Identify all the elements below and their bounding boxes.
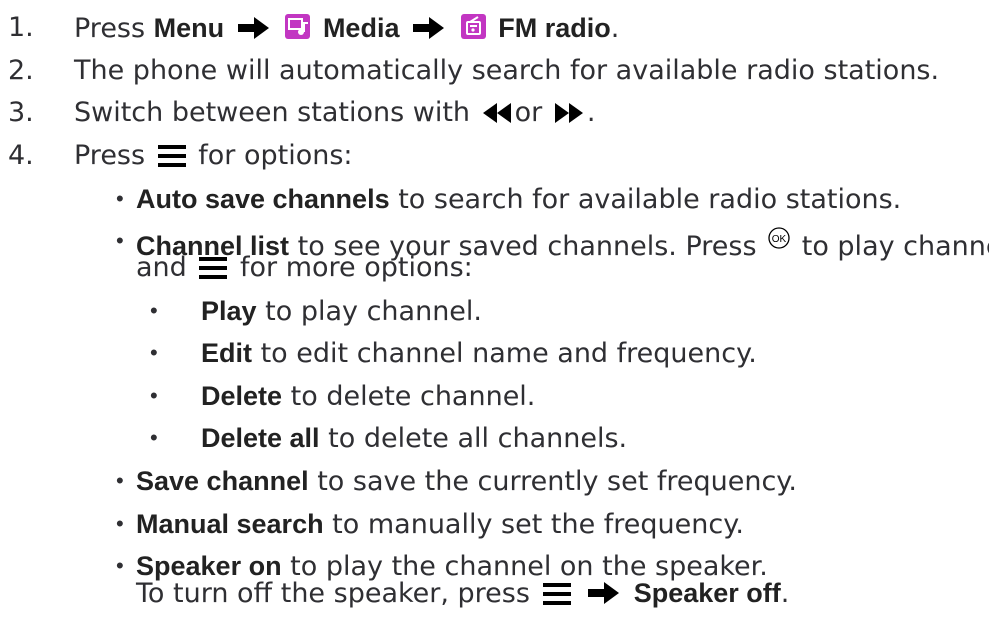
step-number: 4. [8, 140, 34, 171]
option-text: to save the currently set frequency. [317, 466, 798, 497]
bullet: • [150, 383, 158, 408]
sub-option-play: Play to play channel. [201, 293, 482, 330]
bullet: • [150, 425, 158, 450]
right-arrow-icon [587, 580, 621, 616]
step-1: Press Menu Media FM radio. [74, 10, 619, 51]
step-text: for options: [198, 140, 353, 171]
option-label: Auto save channels [136, 184, 390, 214]
bullet: • [116, 186, 124, 211]
step-4: Press for options: [74, 138, 353, 177]
sub-option-text: to delete channel. [290, 381, 536, 412]
option-text: To turn off the speaker, press [136, 578, 530, 609]
media-app-icon [285, 13, 311, 49]
step-2: The phone will automatically search for … [74, 53, 939, 89]
right-arrow-icon [412, 15, 446, 51]
step-text: The phone will automatically search for … [74, 55, 940, 86]
svg-text:OK: OK [772, 234, 787, 245]
option-speaker-on-cont: To turn off the speaker, press Speaker o… [136, 575, 789, 616]
menu-label: Menu [153, 13, 225, 43]
bullet: • [116, 553, 124, 578]
media-label: Media [322, 13, 400, 43]
fm-radio-app-icon [460, 13, 486, 49]
sub-option-label: Delete [201, 381, 283, 411]
sub-option-label: Delete all [201, 423, 320, 453]
step-number: 2. [8, 55, 34, 86]
step-text: Press [74, 140, 146, 171]
ok-key-icon: OK [768, 223, 790, 259]
step-end: . [586, 97, 596, 128]
menu-lines-icon [199, 253, 228, 289]
sub-option-label: Edit [201, 338, 252, 368]
fm-radio-label: FM radio [498, 13, 611, 43]
step-number: 1. [8, 12, 34, 43]
right-arrow-icon [237, 15, 271, 51]
sub-option-text: to delete all channels. [328, 423, 628, 454]
sub-option-text: to edit channel name and frequency. [260, 338, 757, 369]
option-text: to play channel [801, 231, 989, 262]
step-end: . [610, 13, 620, 44]
bullet: • [116, 511, 124, 536]
rewind-icon [482, 97, 511, 133]
menu-lines-icon [157, 141, 186, 177]
option-text: for more options: [239, 252, 473, 283]
option-label: Save channel [136, 466, 309, 496]
bullet: • [150, 340, 158, 365]
step-text: Switch between stations with [74, 97, 471, 128]
option-auto-save: Auto save channels to search for availab… [136, 181, 901, 218]
speaker-off-label: Speaker off [633, 578, 781, 608]
option-label: Manual search [136, 509, 324, 539]
bullet: • [116, 228, 124, 253]
step-number: 3. [8, 97, 34, 128]
sub-option-delete: Delete to delete channel. [201, 378, 535, 415]
option-text: to manually set the frequency. [332, 509, 744, 540]
fast-forward-icon [554, 97, 583, 133]
sub-option-text: to play channel. [265, 296, 482, 327]
menu-lines-icon [542, 579, 571, 615]
option-save-channel: Save channel to save the currently set f… [136, 463, 797, 500]
option-channel-list-cont: and for more options: [136, 250, 473, 289]
step-3: Switch between stations with or . [74, 95, 595, 133]
sub-option-delete-all: Delete all to delete all channels. [201, 420, 627, 457]
option-end: . [780, 578, 790, 609]
bullet: • [150, 298, 158, 323]
option-text: to search for available radio stations. [398, 184, 902, 215]
step-text: Press [74, 13, 146, 44]
sub-option-label: Play [201, 296, 257, 326]
or-text: or [514, 97, 543, 128]
bullet: • [116, 468, 124, 493]
sub-option-edit: Edit to edit channel name and frequency. [201, 335, 757, 372]
option-manual-search: Manual search to manually set the freque… [136, 506, 744, 543]
option-text: and [136, 252, 187, 283]
